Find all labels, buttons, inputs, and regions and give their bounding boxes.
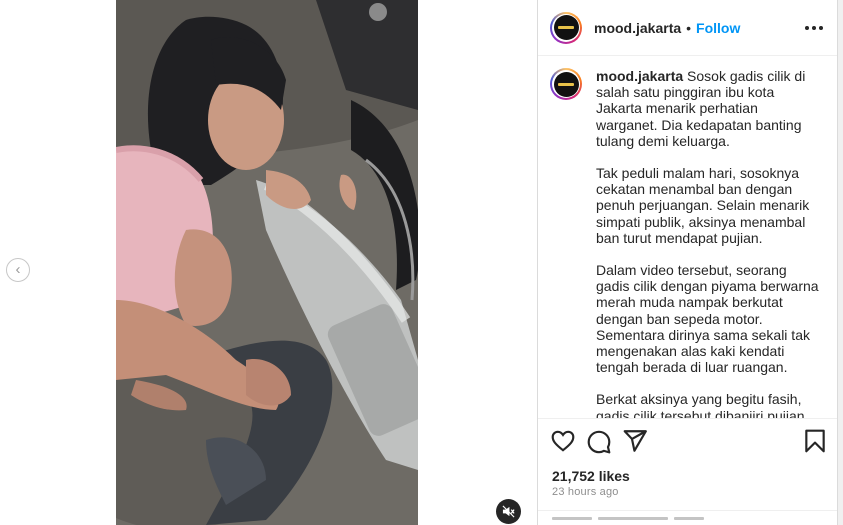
avatar-ring [552,70,580,98]
mute-toggle-button[interactable] [496,499,521,524]
video-frame-illustration [116,0,418,525]
follow-button[interactable]: Follow [696,20,740,36]
comment-hint-fragment [552,517,592,520]
likes-count[interactable]: 21,752 likes [552,468,630,484]
actions-divider [538,418,837,419]
post-header: mood.jakarta • Follow [538,0,837,56]
avatar-ring [552,13,580,42]
avatar-image [553,71,579,97]
caption-text: mood.jakarta Sosok gadis cilik di salah … [596,68,820,418]
heart-icon[interactable] [550,428,576,454]
author-avatar[interactable] [550,11,582,44]
scrollbar-track[interactable] [837,0,843,525]
comment-hint-fragment [598,517,668,520]
caption-paragraph: Tak peduli malam hari, sosoknya cekatan … [596,165,810,246]
brand-logo-icon [558,26,574,29]
more-dot [812,26,816,30]
bookmark-icon[interactable] [802,428,828,454]
avatar-image [553,15,579,40]
more-dot [819,26,823,30]
media-pane: ‹ [0,0,537,525]
speaker-muted-icon [502,505,515,518]
post-details-panel: mood.jakarta • Follow mood.jakarta Sosok… [538,0,837,525]
caption-paragraph: Dalam video tersebut, seorang gadis cili… [596,262,819,376]
caption-username[interactable]: mood.jakarta [596,68,683,84]
more-horizontal-icon [805,26,809,30]
action-bar [538,428,837,456]
post-video[interactable] [116,0,418,525]
comment-divider [538,510,837,511]
caption-paragraph: mood.jakarta Sosok gadis cilik di salah … [596,68,820,149]
caption-author-avatar[interactable] [550,68,582,100]
caption-paragraph: Berkat aksinya yang begitu fasih, gadis … [596,391,805,418]
separator-dot: • [686,19,692,36]
more-options-button[interactable] [805,20,823,36]
paper-plane-icon[interactable] [622,428,648,454]
post-timestamp[interactable]: 23 hours ago [552,486,619,498]
comment-hint-fragment [674,517,704,520]
add-comment-area[interactable] [552,517,732,525]
caption-row: mood.jakarta Sosok gadis cilik di salah … [550,68,821,418]
comment-icon[interactable] [586,428,612,454]
previous-post-button[interactable]: ‹ [6,258,30,282]
chevron-left-icon: ‹ [15,261,21,278]
caption-scroll-area[interactable]: mood.jakarta Sosok gadis cilik di salah … [538,56,837,418]
instagram-post-modal: ‹ mood.jakarta • Follow mood.jakarta Sos… [0,0,843,525]
author-username[interactable]: mood.jakarta [594,20,681,36]
brand-logo-icon [558,82,574,86]
